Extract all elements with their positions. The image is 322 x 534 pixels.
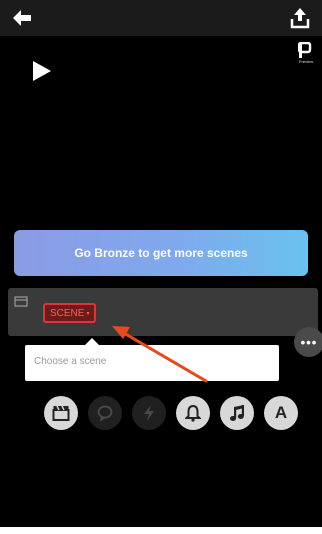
clapperboard-icon	[14, 296, 28, 307]
scene-strip: SCENE ▾	[8, 288, 318, 336]
preview-mode-button[interactable]: Preview	[294, 42, 318, 70]
export-button[interactable]	[286, 3, 314, 33]
more-options-icon: •••	[300, 334, 318, 350]
scene-tool-button[interactable]	[44, 396, 78, 430]
tooltip-notch	[85, 338, 99, 345]
app-screen: Preview Go Bronze to get more scenes SCE…	[0, 0, 322, 534]
back-button[interactable]	[8, 4, 36, 32]
go-bronze-upgrade-button[interactable]: Go Bronze to get more scenes	[14, 230, 308, 276]
action-tool-button[interactable]	[132, 396, 166, 430]
more-options-button[interactable]: •••	[294, 327, 322, 357]
preview-mode-icon	[298, 42, 312, 58]
tooltip-text: Choose a scene	[34, 356, 107, 367]
bell-icon	[185, 404, 201, 422]
chevron-down-icon: ▾	[86, 310, 90, 317]
play-icon[interactable]	[30, 60, 52, 82]
scene-preview-area[interactable]: Preview	[0, 36, 322, 226]
arrow-left-icon	[13, 10, 31, 26]
choose-scene-tooltip: Choose a scene	[25, 338, 279, 381]
export-upload-icon	[290, 8, 310, 29]
music-tool-button[interactable]	[220, 396, 254, 430]
lightning-icon	[144, 405, 154, 421]
text-tool-button[interactable]: A	[264, 396, 298, 430]
preview-mode-label: Preview	[298, 59, 314, 64]
text-icon: A	[274, 403, 288, 422]
track-toolbar: A	[0, 396, 322, 432]
sound-effect-tool-button[interactable]	[176, 396, 210, 430]
music-note-icon	[230, 405, 244, 421]
scene-dropdown[interactable]: SCENE ▾	[43, 303, 97, 323]
bottom-edge	[0, 527, 322, 534]
top-bar	[0, 0, 322, 36]
clapperboard-icon	[52, 405, 70, 421]
speech-bubble-icon	[97, 405, 113, 421]
speech-tool-button[interactable]	[88, 396, 122, 430]
scene-dropdown-label: SCENE	[50, 307, 85, 319]
